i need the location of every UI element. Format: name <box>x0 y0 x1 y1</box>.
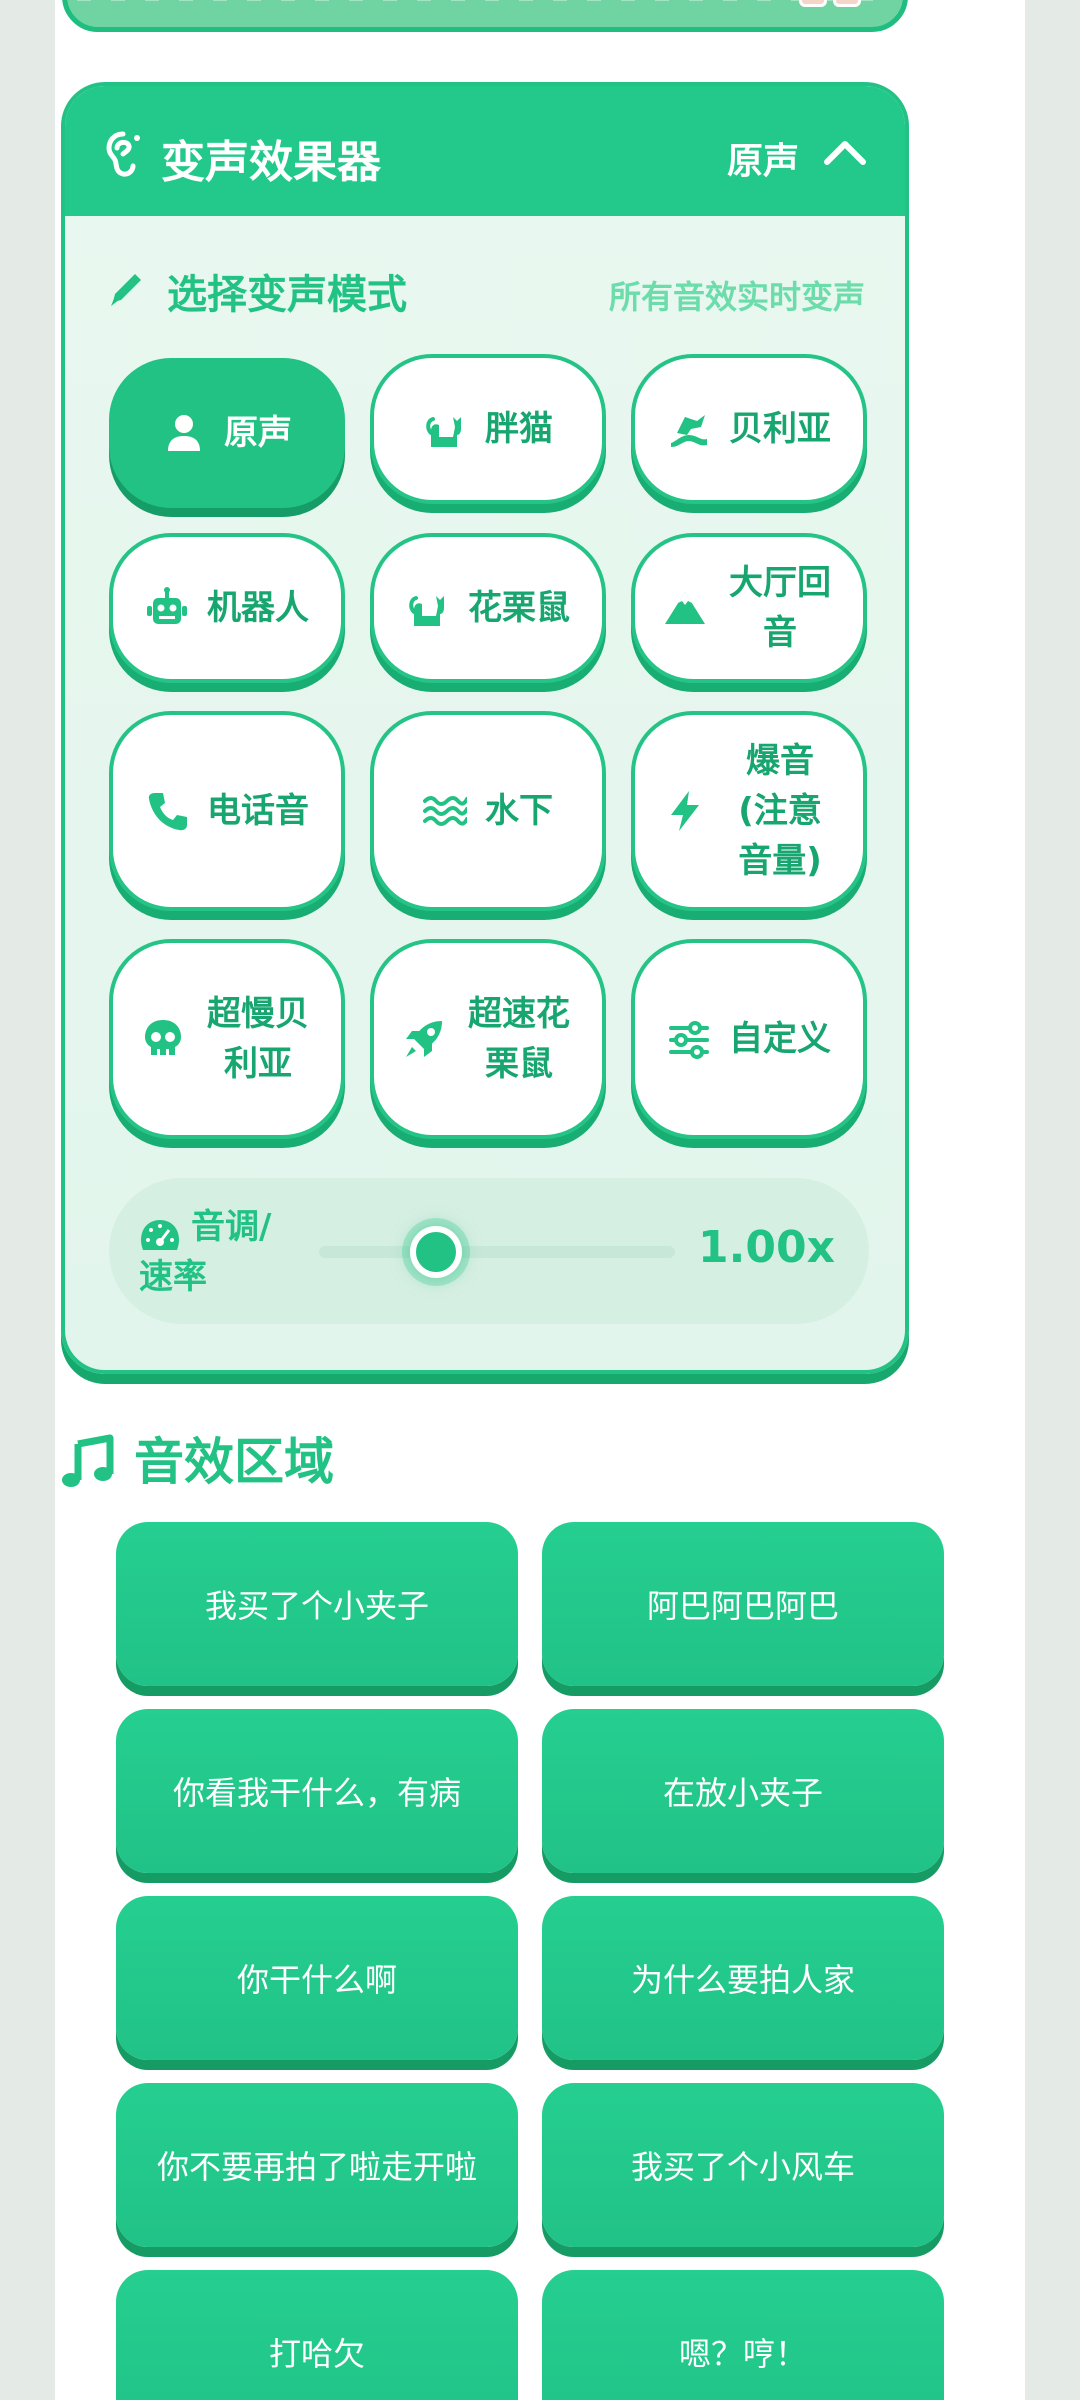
robot-icon <box>147 587 187 624</box>
person-icon <box>168 415 200 451</box>
sound-effects-title: 音效区域 <box>134 1433 334 1491</box>
mode-label: 花栗鼠 <box>468 588 570 628</box>
mode-button-distortion[interactable]: 爆音(注意音量) <box>631 711 867 911</box>
pitch-label: 音调/速率 <box>139 1207 272 1297</box>
sound-effect-button[interactable]: 我买了个小夹子 <box>116 1522 518 1686</box>
voice-changer-header[interactable]: 变声效果器 原声 <box>65 86 905 216</box>
voice-changer-title: 变声效果器 <box>161 137 381 188</box>
music-note-icon <box>62 1434 114 1487</box>
dragon-icon <box>671 415 707 447</box>
pitch-value: 1.00x <box>698 1222 835 1273</box>
mode-button-original[interactable]: 原声 <box>109 358 345 508</box>
mountain-icon <box>665 592 705 624</box>
mode-button-hall-echo[interactable]: 大厅回音 <box>631 533 867 683</box>
mode-label: 胖猫 <box>485 409 553 449</box>
sound-effect-label: 打哈欠 <box>268 2335 365 2373</box>
sound-effect-label: 我买了个小风车 <box>630 2148 855 2186</box>
ear-icon <box>106 131 140 177</box>
mode-button-slow-belial[interactable]: 超慢贝利亚 <box>109 939 345 1139</box>
sound-effect-label: 嗯？哼！ <box>678 2335 807 2373</box>
mode-button-belial[interactable]: 贝利亚 <box>631 354 867 504</box>
sound-effect-button[interactable]: 嗯？哼！ <box>542 2270 944 2400</box>
mode-label: 自定义 <box>729 1019 831 1059</box>
mode-button-robot[interactable]: 机器人 <box>109 533 345 683</box>
mode-label: 大厅回音 <box>729 563 831 653</box>
pitch-slider-track[interactable] <box>319 1246 675 1258</box>
mode-button-custom[interactable]: 自定义 <box>631 939 867 1139</box>
sound-effect-label: 你干什么啊 <box>236 1961 397 1999</box>
water-icon <box>423 796 467 826</box>
mode-button-chipmunk[interactable]: 花栗鼠 <box>370 533 606 683</box>
pitch-control: 音调/速率 1.00x <box>109 1178 869 1324</box>
mode-label: 爆音(注意音量) <box>738 741 822 881</box>
mode-button-underwater[interactable]: 水下 <box>370 711 606 911</box>
top-partial-panel <box>62 0 908 32</box>
mode-label: 原声 <box>224 413 292 453</box>
thumbnail-icon <box>833 0 861 7</box>
sound-effect-button[interactable]: 在放小夹子 <box>542 1709 944 1873</box>
sound-effect-label: 你不要再拍了啦走开啦 <box>156 2148 477 2186</box>
mode-section-hint: 所有音效实时变声 <box>608 278 865 316</box>
cat-icon <box>426 417 461 447</box>
sound-effect-button[interactable]: 你不要再拍了啦走开啦 <box>116 2083 518 2247</box>
sound-effect-button[interactable]: 为什么要拍人家 <box>542 1896 944 2060</box>
mode-label: 超慢贝利亚 <box>207 994 309 1084</box>
mode-label: 贝利亚 <box>729 409 831 449</box>
mode-label: 超速花栗鼠 <box>468 994 570 1084</box>
sound-effect-label: 我买了个小夹子 <box>204 1587 429 1625</box>
sound-effect-label: 阿巴阿巴阿巴 <box>646 1587 839 1625</box>
pencil-icon <box>111 274 141 306</box>
sound-effect-button[interactable]: 你干什么啊 <box>116 1896 518 2060</box>
mode-section-title: 选择变声模式 <box>167 272 407 318</box>
mode-label: 电话音 <box>207 791 309 831</box>
mode-button-phone[interactable]: 电话音 <box>109 711 345 911</box>
thumbnail-icon <box>799 0 827 7</box>
phone-icon <box>148 793 187 831</box>
mode-label: 机器人 <box>207 588 309 628</box>
sound-effect-label: 为什么要拍人家 <box>630 1961 855 1999</box>
cat-icon <box>409 596 444 626</box>
sound-effect-button[interactable]: 阿巴阿巴阿巴 <box>542 1522 944 1686</box>
mode-button-fat-cat[interactable]: 胖猫 <box>370 354 606 504</box>
dashed-track <box>77 0 893 1</box>
pitch-slider-knob[interactable] <box>410 1226 463 1278</box>
mode-label: 水下 <box>485 791 553 831</box>
sound-effect-label: 你看我干什么，有病 <box>172 1774 461 1812</box>
sliders-icon <box>669 1021 709 1059</box>
voice-changer-card: 变声效果器 原声 选择变声模式 所有音效实时变声 原声 胖猫 贝利亚 机器人 花… <box>61 82 909 1374</box>
sound-effect-button[interactable]: 你看我干什么，有病 <box>116 1709 518 1873</box>
current-mode-label: 原声 <box>726 141 799 182</box>
skull-icon <box>145 1020 181 1055</box>
chevron-up-icon[interactable] <box>823 134 867 170</box>
sound-effect-button[interactable]: 打哈欠 <box>116 2270 518 2400</box>
mode-button-fast-chipmunk[interactable]: 超速花栗鼠 <box>370 939 606 1139</box>
rocket-icon <box>406 1021 442 1057</box>
sound-effect-label: 在放小夹子 <box>662 1774 823 1812</box>
mode-section-header: 选择变声模式 所有音效实时变声 <box>65 216 905 356</box>
bolt-icon <box>671 791 699 831</box>
sound-effect-button[interactable]: 我买了个小风车 <box>542 2083 944 2247</box>
